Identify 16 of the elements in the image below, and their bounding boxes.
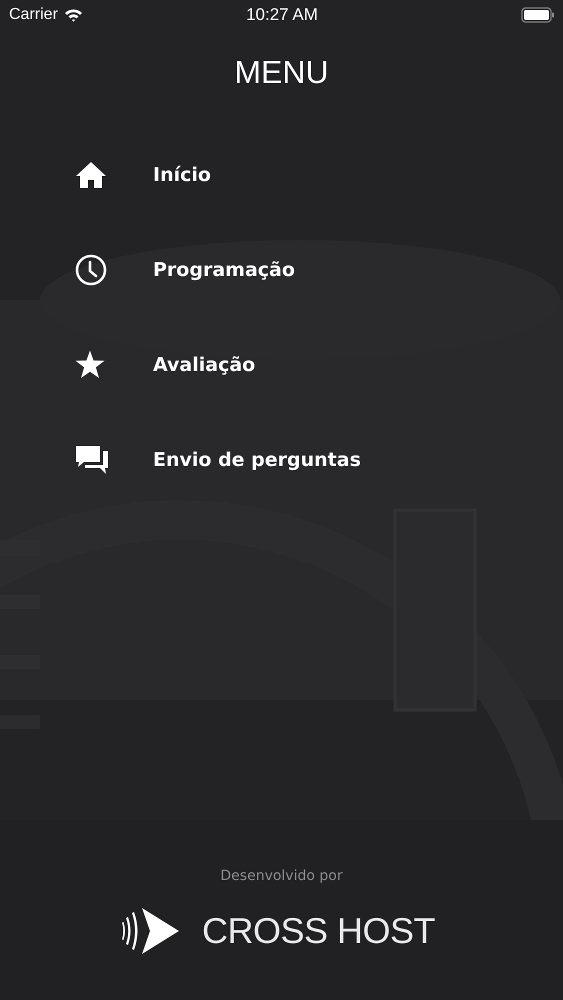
logo-text: CROSS HOST [202, 910, 436, 952]
star-icon [75, 350, 105, 379]
status-time: 10:27 AM [246, 5, 318, 25]
menu-item[interactable]: Avaliação [153, 354, 256, 376]
carrier-name: Carrier [9, 6, 58, 24]
menu-item[interactable]: Programação [153, 258, 295, 280]
menu-item[interactable]: Início [153, 164, 211, 186]
battery-icon [520, 7, 555, 23]
screen-title: MENU [234, 54, 329, 91]
developer-caption: Desenvolvido por [220, 868, 343, 884]
wifi-icon [64, 8, 83, 22]
home-icon [75, 160, 107, 188]
play-logo-icon [122, 906, 180, 956]
menu-item[interactable]: Envio de perguntas [153, 448, 361, 470]
chat-icon [75, 444, 109, 474]
clock-icon [75, 254, 107, 286]
